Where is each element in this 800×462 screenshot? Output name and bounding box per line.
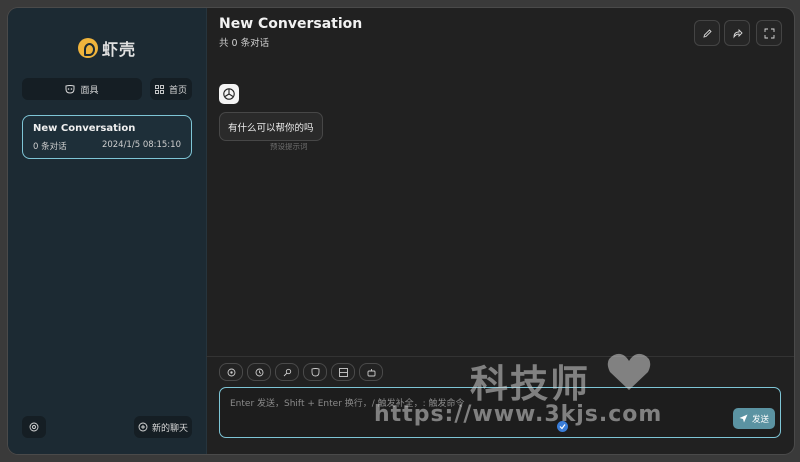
mask-icon [65, 84, 75, 94]
settings-button[interactable] [22, 416, 46, 438]
edit-icon [702, 28, 713, 39]
settings-tool-button[interactable] [219, 363, 243, 381]
robot-icon [367, 368, 376, 377]
heart-icon [606, 352, 652, 392]
chat-subtitle: 共 0 条对话 [219, 38, 270, 49]
mask-button[interactable]: 面具 [22, 78, 142, 100]
send-button[interactable]: 发送 [733, 408, 775, 429]
chat-title: New Conversation [219, 16, 363, 32]
conversation-time: 2024/1/5 08:15:10 [101, 140, 181, 150]
fullscreen-icon [764, 28, 775, 39]
settings-icon [29, 422, 39, 432]
conversation-item[interactable]: New Conversation 0 条对话 2024/1/5 08:15:10 [22, 115, 192, 159]
prompt-icon [283, 368, 292, 377]
mask-tool-button[interactable] [303, 363, 327, 381]
settings-icon [227, 368, 236, 377]
message-note: 预设提示词 [270, 142, 308, 151]
shrimp-logo-icon [78, 38, 98, 58]
logo-text: 虾壳 [102, 40, 137, 59]
new-chat-label: 新的聊天 [151, 423, 188, 434]
edit-button[interactable] [694, 20, 720, 46]
new-chat-button[interactable]: 新的聊天 [134, 416, 192, 438]
mask-icon [311, 367, 320, 377]
openai-icon [222, 87, 236, 101]
message-text: 有什么可以帮你的吗 [228, 122, 314, 134]
send-button-label: 发送 [751, 414, 769, 425]
app-logo: 虾壳 [78, 36, 136, 60]
app-window: 虾壳 面具 首页 New Conversation 0 条对话 2024/1/5… [8, 8, 794, 454]
home-button-label: 首页 [168, 85, 187, 96]
watermark-url: https://www.3kjs.com [374, 402, 663, 427]
share-button[interactable] [724, 20, 750, 46]
share-icon [732, 28, 743, 39]
assistant-message: 有什么可以帮你的吗 [219, 112, 323, 141]
home-button[interactable]: 首页 [150, 78, 192, 100]
prompt-tool-button[interactable] [275, 363, 299, 381]
layout-icon [338, 367, 348, 377]
mask-button-label: 面具 [80, 85, 99, 96]
grid-icon [155, 84, 164, 94]
robot-tool-button[interactable] [359, 363, 383, 381]
sidebar: 虾壳 面具 首页 New Conversation 0 条对话 2024/1/5… [8, 8, 207, 454]
theme-tool-button[interactable] [247, 363, 271, 381]
send-icon [739, 414, 748, 423]
new-chat-icon [138, 422, 148, 432]
conversation-title: New Conversation [33, 123, 136, 134]
layout-tool-button[interactable] [331, 363, 355, 381]
fullscreen-button[interactable] [756, 20, 782, 46]
conversation-count: 0 条对话 [33, 142, 67, 152]
assistant-avatar [219, 84, 239, 104]
watermark-text: 科技师 [470, 362, 591, 406]
auto-theme-icon [255, 368, 264, 377]
